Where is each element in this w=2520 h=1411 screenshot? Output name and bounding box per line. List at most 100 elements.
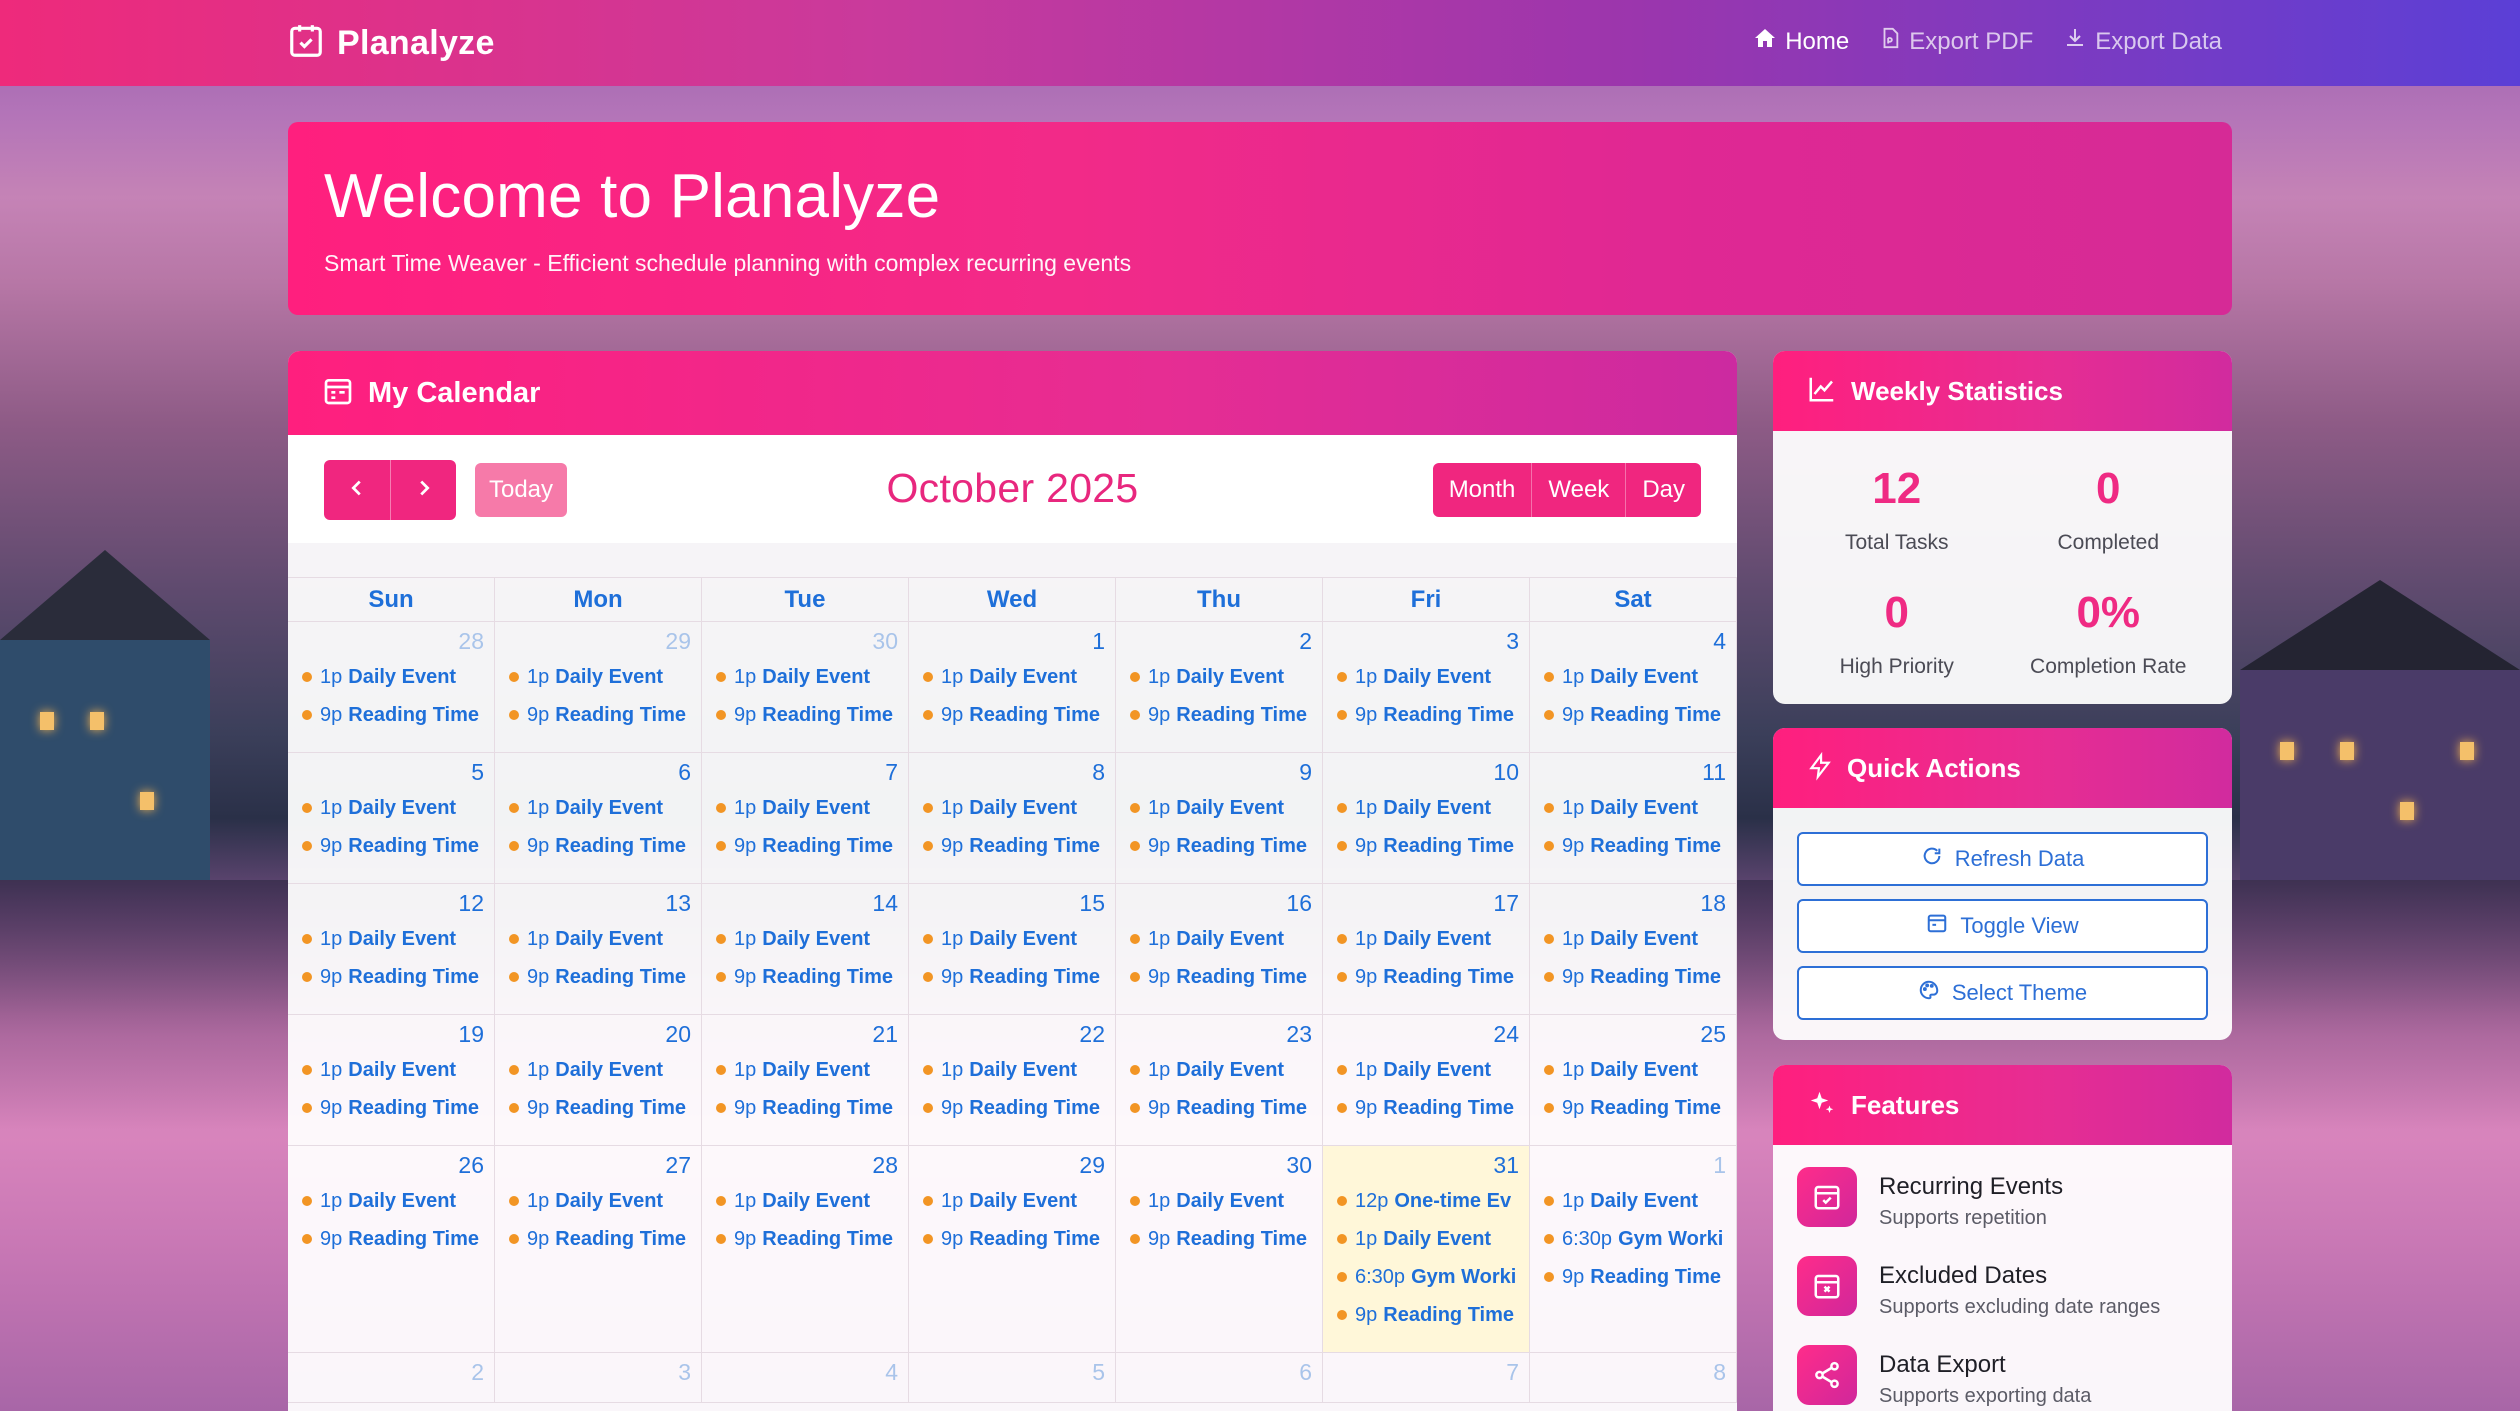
calendar-day-cell[interactable]: 21 1p Daily Event 9p Reading Time <box>702 1015 909 1145</box>
calendar-event[interactable]: 9p Reading Time <box>1337 696 1519 734</box>
select-theme-button[interactable]: Select Theme <box>1797 966 2208 1020</box>
calendar-event[interactable]: 9p Reading Time <box>509 827 691 865</box>
day-number[interactable]: 31 <box>1337 1152 1519 1182</box>
calendar-event[interactable]: 1p Daily Event <box>302 658 484 696</box>
calendar-event[interactable]: 6:30p Gym Worki <box>1544 1220 1726 1258</box>
day-number[interactable]: 8 <box>923 759 1105 789</box>
calendar-day-cell[interactable]: 9 1p Daily Event 9p Reading Time <box>1116 753 1323 883</box>
calendar-event[interactable]: 9p Reading Time <box>716 827 898 865</box>
calendar-day-cell[interactable]: 3 <box>495 1353 702 1402</box>
calendar-day-cell[interactable]: 15 1p Daily Event 9p Reading Time <box>909 884 1116 1014</box>
calendar-day-cell[interactable]: 4 <box>702 1353 909 1402</box>
calendar-event[interactable]: 9p Reading Time <box>302 827 484 865</box>
day-number[interactable]: 17 <box>1337 890 1519 920</box>
calendar-event[interactable]: 9p Reading Time <box>302 958 484 996</box>
day-number[interactable]: 4 <box>1544 628 1726 658</box>
day-number[interactable]: 27 <box>509 1152 691 1182</box>
calendar-event[interactable]: 9p Reading Time <box>1337 958 1519 996</box>
calendar-event[interactable]: 1p Daily Event <box>716 1182 898 1220</box>
calendar-event[interactable]: 9p Reading Time <box>1544 1089 1726 1127</box>
calendar-event[interactable]: 9p Reading Time <box>1337 827 1519 865</box>
refresh-data-button[interactable]: Refresh Data <box>1797 832 2208 886</box>
calendar-event[interactable]: 9p Reading Time <box>923 827 1105 865</box>
calendar-event[interactable]: 9p Reading Time <box>1337 1296 1519 1334</box>
day-number[interactable]: 26 <box>302 1152 484 1182</box>
calendar-event[interactable]: 1p Daily Event <box>509 658 691 696</box>
calendar-event[interactable]: 1p Daily Event <box>509 1051 691 1089</box>
nav-export-pdf-link[interactable]: Export PDF <box>1879 26 2033 57</box>
calendar-event[interactable]: 1p Daily Event <box>1130 1182 1312 1220</box>
calendar-day-cell[interactable]: 24 1p Daily Event 9p Reading Time <box>1323 1015 1530 1145</box>
day-number[interactable]: 22 <box>923 1021 1105 1051</box>
day-number[interactable]: 29 <box>923 1152 1105 1182</box>
calendar-event[interactable]: 9p Reading Time <box>923 1220 1105 1258</box>
calendar-event[interactable]: 1p Daily Event <box>1544 920 1726 958</box>
day-number[interactable]: 13 <box>509 890 691 920</box>
calendar-event[interactable]: 9p Reading Time <box>509 1089 691 1127</box>
calendar-event[interactable]: 1p Daily Event <box>1337 658 1519 696</box>
calendar-event[interactable]: 9p Reading Time <box>1130 1089 1312 1127</box>
calendar-event[interactable]: 9p Reading Time <box>1130 827 1312 865</box>
calendar-event[interactable]: 9p Reading Time <box>923 958 1105 996</box>
calendar-day-cell[interactable]: 1 1p Daily Event 6:30p Gym Worki 9p Reading Ti… <box>1530 1146 1737 1352</box>
day-number[interactable]: 1 <box>1544 1152 1726 1182</box>
calendar-event[interactable]: 1p Daily Event <box>1130 1051 1312 1089</box>
calendar-event[interactable]: 9p Reading Time <box>509 958 691 996</box>
day-number[interactable]: 21 <box>716 1021 898 1051</box>
calendar-event[interactable]: 1p Daily Event <box>716 789 898 827</box>
brand[interactable]: Planalyze <box>287 22 495 65</box>
calendar-day-cell[interactable]: 28 1p Daily Event 9p Reading Time <box>288 622 495 752</box>
calendar-event[interactable]: 1p Daily Event <box>923 1182 1105 1220</box>
calendar-event[interactable]: 1p Daily Event <box>923 920 1105 958</box>
day-number[interactable]: 20 <box>509 1021 691 1051</box>
calendar-day-cell[interactable]: 7 1p Daily Event 9p Reading Time <box>702 753 909 883</box>
calendar-event[interactable]: 9p Reading Time <box>716 1220 898 1258</box>
calendar-event[interactable]: 1p Daily Event <box>1544 1182 1726 1220</box>
calendar-day-cell-today[interactable]: 31 12p One-time Ev 1p Daily Event 6:30p Gym Wo… <box>1323 1146 1530 1352</box>
calendar-event[interactable]: 1p Daily Event <box>923 658 1105 696</box>
calendar-day-cell[interactable]: 28 1p Daily Event 9p Reading Time <box>702 1146 909 1352</box>
calendar-event[interactable]: 1p Daily Event <box>1337 1220 1519 1258</box>
day-number[interactable]: 7 <box>716 759 898 789</box>
day-number[interactable]: 30 <box>1130 1152 1312 1182</box>
calendar-event[interactable]: 1p Daily Event <box>1337 789 1519 827</box>
calendar-event[interactable]: 1p Daily Event <box>716 920 898 958</box>
calendar-day-cell[interactable]: 12 1p Daily Event 9p Reading Time <box>288 884 495 1014</box>
calendar-event[interactable]: 9p Reading Time <box>509 1220 691 1258</box>
calendar-day-cell[interactable]: 8 1p Daily Event 9p Reading Time <box>909 753 1116 883</box>
day-number[interactable]: 6 <box>1130 1359 1312 1389</box>
calendar-event[interactable]: 1p Daily Event <box>1544 1051 1726 1089</box>
day-number[interactable]: 11 <box>1544 759 1726 789</box>
calendar-event[interactable]: 9p Reading Time <box>923 696 1105 734</box>
calendar-day-cell[interactable]: 25 1p Daily Event 9p Reading Time <box>1530 1015 1737 1145</box>
day-number[interactable]: 28 <box>302 628 484 658</box>
calendar-event[interactable]: 1p Daily Event <box>302 1051 484 1089</box>
day-number[interactable]: 12 <box>302 890 484 920</box>
calendar-day-cell[interactable]: 20 1p Daily Event 9p Reading Time <box>495 1015 702 1145</box>
calendar-event[interactable]: 1p Daily Event <box>716 1051 898 1089</box>
calendar-event[interactable]: 1p Daily Event <box>716 658 898 696</box>
day-number[interactable]: 19 <box>302 1021 484 1051</box>
calendar-day-cell[interactable]: 30 1p Daily Event 9p Reading Time <box>1116 1146 1323 1352</box>
day-number[interactable]: 15 <box>923 890 1105 920</box>
calendar-day-cell[interactable]: 27 1p Daily Event 9p Reading Time <box>495 1146 702 1352</box>
calendar-event[interactable]: 9p Reading Time <box>302 696 484 734</box>
calendar-day-cell[interactable]: 11 1p Daily Event 9p Reading Time <box>1530 753 1737 883</box>
day-number[interactable]: 4 <box>716 1359 898 1389</box>
nav-home-link[interactable]: Home <box>1753 26 1849 57</box>
day-number[interactable]: 24 <box>1337 1021 1519 1051</box>
calendar-day-cell[interactable]: 8 <box>1530 1353 1737 1402</box>
calendar-day-cell[interactable]: 4 1p Daily Event 9p Reading Time <box>1530 622 1737 752</box>
day-number[interactable]: 18 <box>1544 890 1726 920</box>
calendar-day-cell[interactable]: 23 1p Daily Event 9p Reading Time <box>1116 1015 1323 1145</box>
calendar-day-cell[interactable]: 17 1p Daily Event 9p Reading Time <box>1323 884 1530 1014</box>
calendar-event[interactable]: 12p One-time Ev <box>1337 1182 1519 1220</box>
calendar-day-cell[interactable]: 22 1p Daily Event 9p Reading Time <box>909 1015 1116 1145</box>
calendar-event[interactable]: 9p Reading Time <box>716 696 898 734</box>
day-number[interactable]: 3 <box>509 1359 691 1389</box>
calendar-event[interactable]: 1p Daily Event <box>923 789 1105 827</box>
day-number[interactable]: 5 <box>302 759 484 789</box>
calendar-day-cell[interactable]: 14 1p Daily Event 9p Reading Time <box>702 884 909 1014</box>
calendar-event[interactable]: 1p Daily Event <box>1544 658 1726 696</box>
day-number[interactable]: 8 <box>1544 1359 1726 1389</box>
